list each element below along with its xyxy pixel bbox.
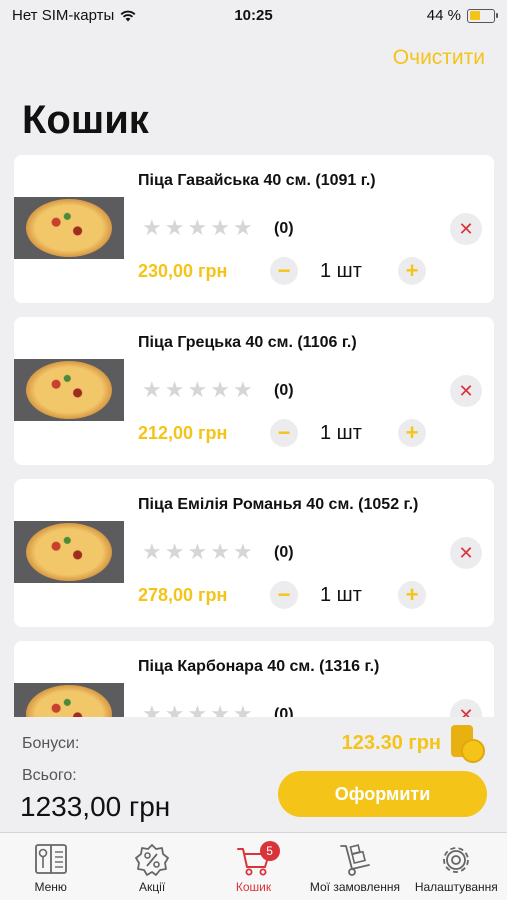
cart-item[interactable]: Піца Емілія Романья 40 см. (1052 г.) ★ ★ ★…	[14, 479, 494, 627]
tab-menu[interactable]: Меню	[0, 833, 101, 900]
review-count: (0)	[274, 706, 294, 717]
star-icon[interactable]: ★	[233, 217, 253, 239]
coins-icon	[451, 725, 487, 763]
review-count: (0)	[274, 544, 294, 561]
tab-settings[interactable]: Налаштування	[406, 833, 507, 900]
star-icon[interactable]: ★	[187, 703, 207, 718]
clear-cart-button[interactable]: Очистити	[393, 46, 485, 70]
page-title: Кошик	[22, 98, 149, 142]
cart-item[interactable]: Піца Грецька 40 см. (1106 г.) ★ ★ ★ ★ ★ (0) …	[14, 317, 494, 465]
tab-label: Меню	[34, 880, 67, 894]
rating-stars[interactable]: ★ ★ ★ ★ ★	[142, 379, 253, 401]
item-quantity: 1 шт	[320, 260, 362, 282]
star-icon[interactable]: ★	[210, 703, 230, 718]
star-icon[interactable]: ★	[233, 379, 253, 401]
star-icon[interactable]: ★	[165, 703, 185, 718]
star-icon[interactable]: ★	[210, 541, 230, 563]
item-title: Піца Грецька 40 см. (1106 г.)	[138, 334, 357, 351]
star-icon[interactable]: ★	[210, 217, 230, 239]
tab-cart[interactable]: 5 Кошик	[203, 833, 304, 900]
bonus-label: Бонуси:	[22, 735, 80, 752]
menu-book-icon	[34, 844, 67, 874]
star-icon[interactable]: ★	[187, 217, 207, 239]
gear-icon	[443, 847, 470, 873]
cart-count-badge: 5	[259, 841, 280, 861]
rating-stars[interactable]: ★ ★ ★ ★ ★	[142, 217, 253, 239]
star-icon[interactable]: ★	[142, 703, 162, 718]
battery: 44 %	[426, 7, 498, 24]
item-title: Піца Карбонара 40 см. (1316 г.)	[138, 658, 380, 675]
tab-label: Мої замовлення	[309, 880, 400, 894]
increase-qty-button[interactable]: +	[398, 419, 426, 447]
pizza-image	[14, 359, 124, 421]
decrease-qty-button[interactable]: −	[270, 581, 298, 609]
star-icon[interactable]: ★	[233, 703, 253, 718]
decrease-qty-button[interactable]: −	[270, 419, 298, 447]
pizza-image	[14, 521, 124, 583]
tab-label: Кошик	[235, 880, 272, 894]
star-icon[interactable]: ★	[142, 379, 162, 401]
star-icon[interactable]: ★	[210, 379, 230, 401]
star-icon[interactable]: ★	[187, 379, 207, 401]
item-title: Піца Гавайська 40 см. (1091 г.)	[138, 172, 376, 189]
star-icon[interactable]: ★	[165, 379, 185, 401]
total-value: 1233,00 грн	[20, 791, 171, 822]
star-icon[interactable]: ★	[187, 541, 207, 563]
cart-list[interactable]: Піца Гавайська 40 см. (1091 г.) ★ ★ ★ ★ ★ (0…	[14, 155, 494, 717]
review-count: (0)	[274, 220, 294, 237]
item-quantity: 1 шт	[320, 422, 362, 444]
cart-item[interactable]: Піца Карбонара 40 см. (1316 г.) ★ ★ ★ ★ ★ (0…	[14, 641, 494, 717]
remove-item-button[interactable]: ✕	[450, 537, 482, 569]
remove-item-button[interactable]: ✕	[450, 375, 482, 407]
item-price: 230,00 грн	[138, 261, 228, 281]
tab-bar: Меню Акції 5 Кошик Мої замовлення Налашт…	[0, 832, 507, 900]
star-icon[interactable]: ★	[165, 541, 185, 563]
star-icon[interactable]: ★	[142, 217, 162, 239]
tab-label: Акції	[139, 880, 166, 894]
tab-promotions[interactable]: Акції	[101, 833, 202, 900]
cart-summary: Бонуси: 123.30 грн Всього: 1233,00 грн О…	[0, 717, 507, 832]
battery-icon	[467, 8, 498, 23]
star-icon[interactable]: ★	[165, 217, 185, 239]
remove-item-button[interactable]: ✕	[450, 213, 482, 245]
item-quantity: 1 шт	[320, 584, 362, 606]
star-icon[interactable]: ★	[233, 541, 253, 563]
tab-label: Налаштування	[414, 880, 498, 894]
bonus-value: 123.30 грн	[341, 732, 441, 754]
pizza-image	[14, 683, 124, 717]
battery-percent: 44 %	[426, 7, 461, 24]
tab-orders[interactable]: Мої замовлення	[304, 833, 405, 900]
status-bar: Нет SIM-карты 10:25 44 %	[0, 0, 507, 30]
cart-item[interactable]: Піца Гавайська 40 см. (1091 г.) ★ ★ ★ ★ ★ (0…	[14, 155, 494, 303]
total-label: Всього:	[22, 767, 77, 784]
item-title: Піца Емілія Романья 40 см. (1052 г.)	[138, 496, 419, 513]
item-price: 278,00 грн	[138, 585, 228, 605]
checkout-button[interactable]: Оформити	[278, 771, 487, 817]
hand-truck-icon	[340, 844, 370, 876]
pizza-image	[14, 197, 124, 259]
discount-badge-icon	[135, 844, 170, 876]
review-count: (0)	[274, 382, 294, 399]
increase-qty-button[interactable]: +	[398, 257, 426, 285]
battery-fill	[469, 11, 480, 20]
star-icon[interactable]: ★	[142, 541, 162, 563]
item-price: 212,00 грн	[138, 423, 228, 443]
decrease-qty-button[interactable]: −	[270, 257, 298, 285]
increase-qty-button[interactable]: +	[398, 581, 426, 609]
rating-stars[interactable]: ★ ★ ★ ★ ★	[142, 703, 253, 718]
rating-stars[interactable]: ★ ★ ★ ★ ★	[142, 541, 253, 563]
remove-item-button[interactable]: ✕	[450, 699, 482, 717]
